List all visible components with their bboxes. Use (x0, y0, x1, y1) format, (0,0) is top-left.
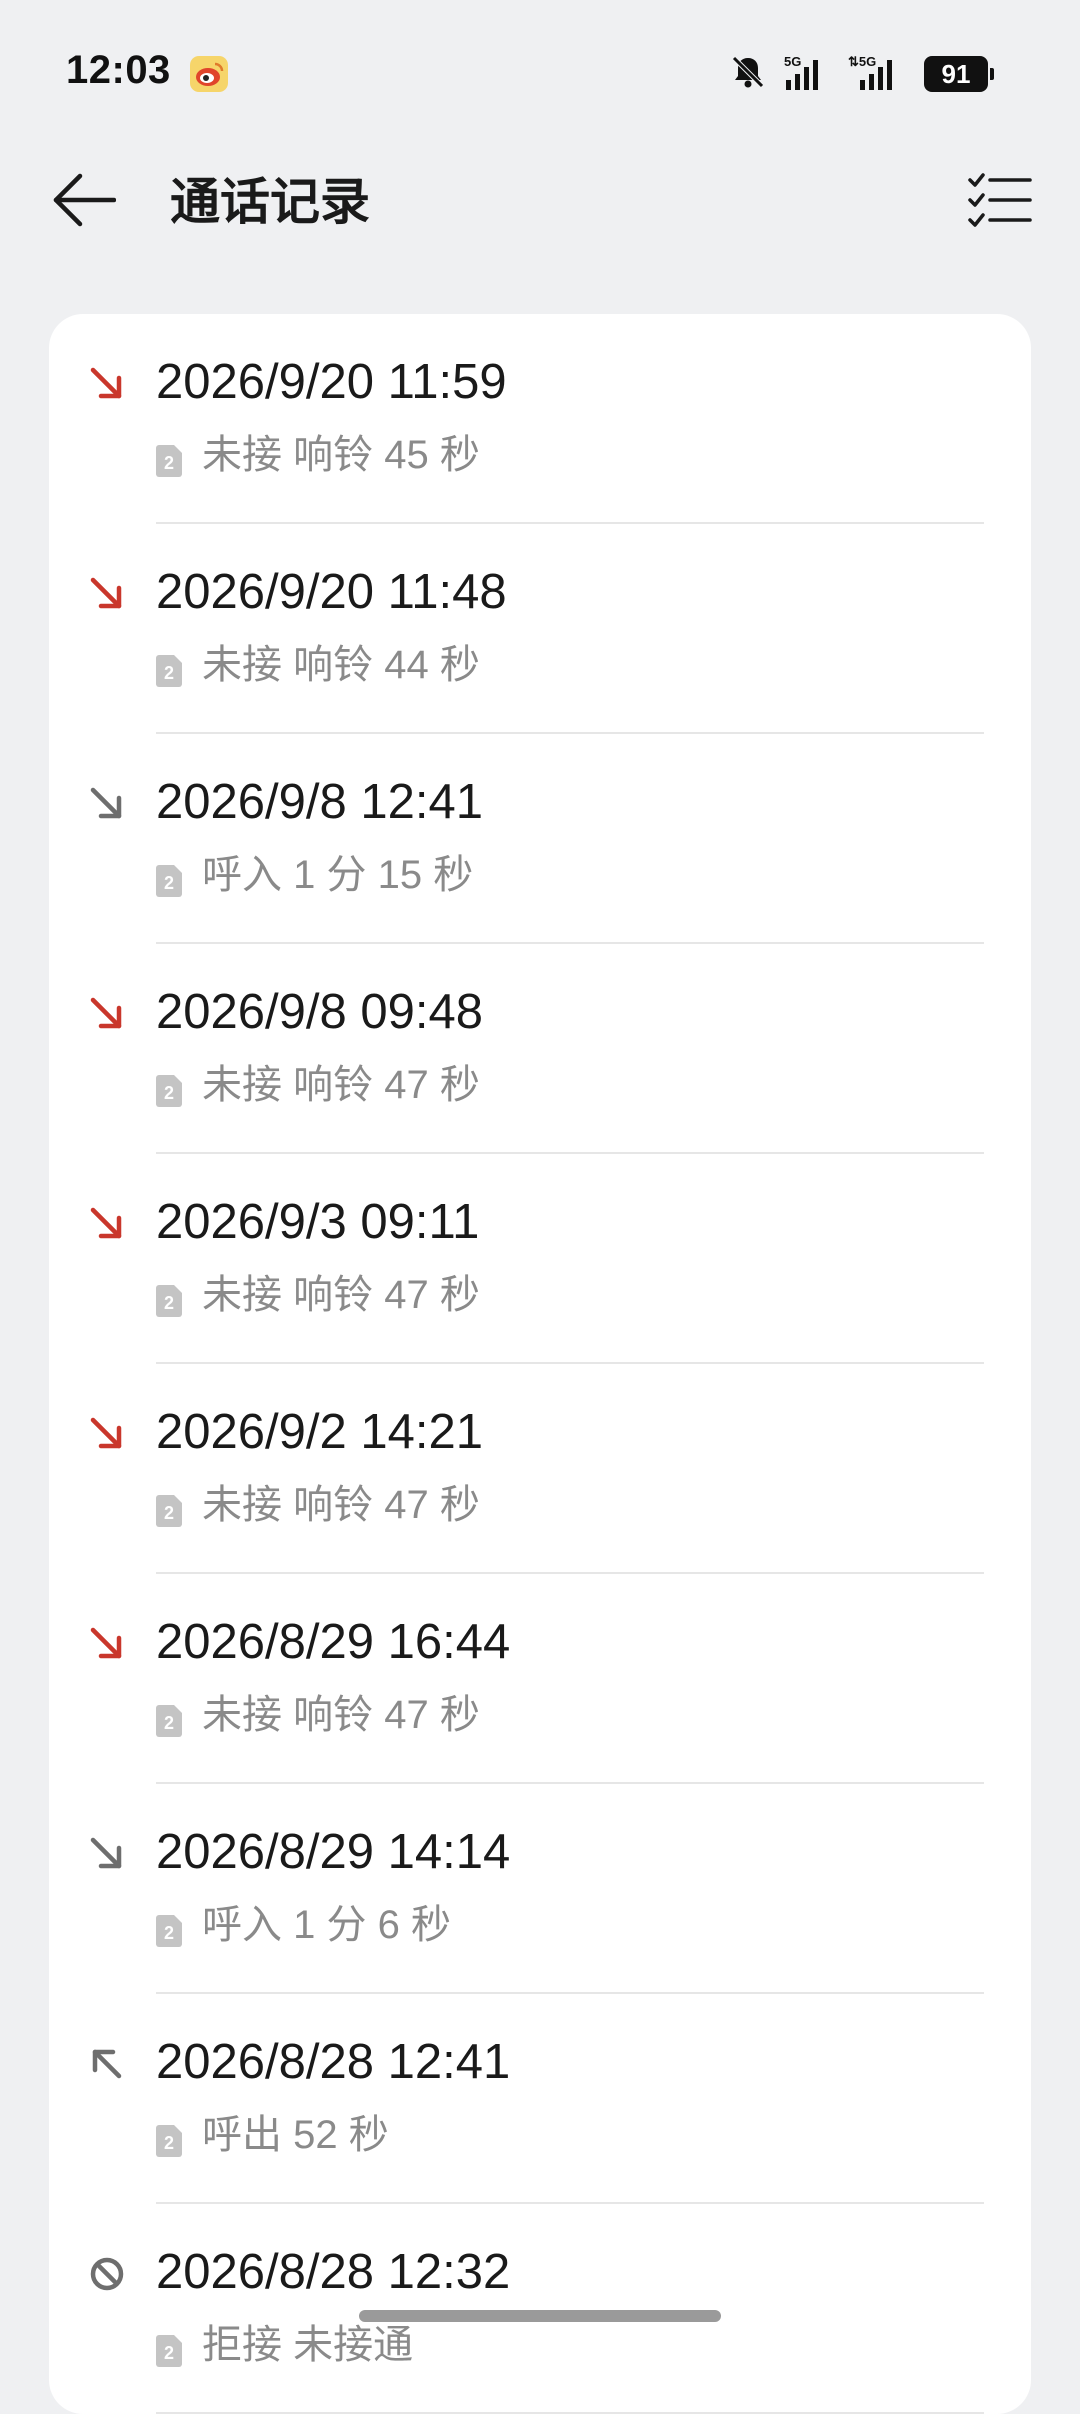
sim-card-icon: 2 (156, 649, 182, 687)
call-log-row[interactable]: 2026/9/8 09:48 2 未接 响铃 47 秒 (49, 944, 1031, 1154)
call-detail: 未接 响铃 44 秒 (202, 643, 480, 687)
sim-number: 2 (164, 663, 174, 683)
sim-card-icon: 2 (156, 2329, 182, 2367)
sim-number: 2 (164, 1293, 174, 1313)
call-time: 2026/9/8 12:41 (156, 775, 483, 829)
sim-number: 2 (164, 1713, 174, 1733)
call-detail: 呼入 1 分 15 秒 (202, 853, 474, 897)
blocked-call-icon (87, 2254, 127, 2294)
call-log-row[interactable]: 2026/8/29 14:14 2 呼入 1 分 6 秒 (49, 1784, 1031, 1994)
weibo-icon (190, 56, 228, 92)
sim-number: 2 (164, 453, 174, 473)
call-detail-line: 2 未接 响铃 47 秒 (156, 1060, 480, 1110)
svg-text:⇅5G: ⇅5G (848, 54, 876, 69)
sim-number: 2 (164, 1923, 174, 1943)
call-time: 2026/9/8 09:48 (156, 985, 483, 1039)
missed-call-icon (87, 994, 127, 1034)
sim-number: 2 (164, 1503, 174, 1523)
call-time: 2026/8/28 12:32 (156, 2245, 511, 2299)
call-detail: 未接 响铃 47 秒 (202, 1693, 480, 1737)
call-log-row[interactable]: 2026/9/8 12:41 2 呼入 1 分 15 秒 (49, 734, 1031, 944)
sim-card-icon: 2 (156, 1069, 182, 1107)
call-detail: 呼入 1 分 6 秒 (202, 1903, 451, 1947)
call-detail: 拒接 未接通 (202, 2323, 414, 2367)
call-log-row[interactable]: 2026/9/2 14:21 2 未接 响铃 47 秒 (49, 1364, 1031, 1574)
sim-number: 2 (164, 873, 174, 893)
call-log-row[interactable]: 2026/9/20 11:48 2 未接 响铃 44 秒 (49, 524, 1031, 734)
sim-number: 2 (164, 2133, 174, 2153)
sim-card-icon: 2 (156, 1279, 182, 1317)
call-detail-line: 2 拒接 未接通 (156, 2320, 413, 2370)
page-title: 通话记录 (170, 174, 370, 230)
call-detail-line: 2 呼入 1 分 6 秒 (156, 1900, 451, 1950)
status-bar: 12:03 5G ⇅5G 91 (0, 0, 1080, 150)
home-indicator[interactable] (359, 2310, 721, 2322)
back-button[interactable] (48, 166, 120, 238)
missed-call-icon (87, 1204, 127, 1244)
call-detail: 未接 响铃 47 秒 (202, 1063, 480, 1107)
bell-muted-icon (728, 52, 768, 97)
checklist-icon (968, 172, 1032, 233)
sim-card-icon: 2 (156, 1909, 182, 1947)
call-detail: 呼出 52 秒 (202, 2113, 389, 2157)
call-log-row[interactable]: 2026/8/28 12:32 2 拒接 未接通 (49, 2204, 1031, 2414)
multi-select-button[interactable] (964, 166, 1036, 238)
missed-call-icon (87, 1414, 127, 1454)
call-detail-line: 2 呼出 52 秒 (156, 2110, 389, 2160)
call-detail: 未接 响铃 47 秒 (202, 1273, 480, 1317)
sim-card-icon: 2 (156, 1699, 182, 1737)
call-detail: 未接 响铃 47 秒 (202, 1483, 480, 1527)
call-time: 2026/9/20 11:48 (156, 565, 507, 619)
call-log-row[interactable]: 2026/9/3 09:11 2 未接 响铃 47 秒 (49, 1154, 1031, 1364)
call-detail-line: 2 呼入 1 分 15 秒 (156, 850, 473, 900)
call-history-card: 2026/9/20 11:59 2 未接 响铃 45 秒 2026/9/20 1… (49, 314, 1031, 2414)
sim-card-icon: 2 (156, 2119, 182, 2157)
sim-number: 2 (164, 2343, 174, 2363)
call-time: 2026/9/20 11:59 (156, 355, 507, 409)
call-detail-line: 2 未接 响铃 44 秒 (156, 640, 480, 690)
call-detail-line: 2 未接 响铃 47 秒 (156, 1270, 480, 1320)
call-log-row[interactable]: 2026/8/29 16:44 2 未接 响铃 47 秒 (49, 1574, 1031, 1784)
call-detail: 未接 响铃 45 秒 (202, 433, 480, 477)
sim-number: 2 (164, 1083, 174, 1103)
call-detail-line: 2 未接 响铃 45 秒 (156, 430, 480, 480)
call-time: 2026/9/2 14:21 (156, 1405, 483, 1459)
call-detail-line: 2 未接 响铃 47 秒 (156, 1690, 480, 1740)
svg-text:5G: 5G (784, 54, 801, 69)
call-log-row[interactable]: 2026/9/20 11:59 2 未接 响铃 45 秒 (49, 314, 1031, 524)
call-time: 2026/8/29 16:44 (156, 1615, 511, 1669)
call-log-row[interactable]: 2026/8/28 12:41 2 呼出 52 秒 (49, 1994, 1031, 2204)
sim-card-icon: 2 (156, 1489, 182, 1527)
signal-5g-icon: 5G (782, 52, 832, 97)
missed-call-icon (87, 1624, 127, 1664)
arrow-left-icon (52, 172, 117, 233)
battery-indicator: 91 (924, 56, 994, 92)
sim-card-icon: 2 (156, 859, 182, 897)
call-detail-line: 2 未接 响铃 47 秒 (156, 1480, 480, 1530)
missed-call-icon (87, 364, 127, 404)
call-time: 2026/9/3 09:11 (156, 1195, 480, 1249)
sim-card-icon: 2 (156, 439, 182, 477)
call-list: 2026/9/20 11:59 2 未接 响铃 45 秒 2026/9/20 1… (49, 314, 1031, 2414)
signal-5g-data-icon: ⇅5G (846, 52, 910, 97)
incoming-call-icon (87, 784, 127, 824)
missed-call-icon (87, 574, 127, 614)
incoming-call-icon (87, 1834, 127, 1874)
call-time: 2026/8/29 14:14 (156, 1825, 511, 1879)
outgoing-call-icon (87, 2044, 127, 2084)
status-time: 12:03 (66, 48, 171, 92)
status-icons: 5G ⇅5G 91 (728, 52, 994, 97)
call-time: 2026/8/28 12:41 (156, 2035, 511, 2089)
app-header: 通话记录 (0, 150, 1080, 260)
